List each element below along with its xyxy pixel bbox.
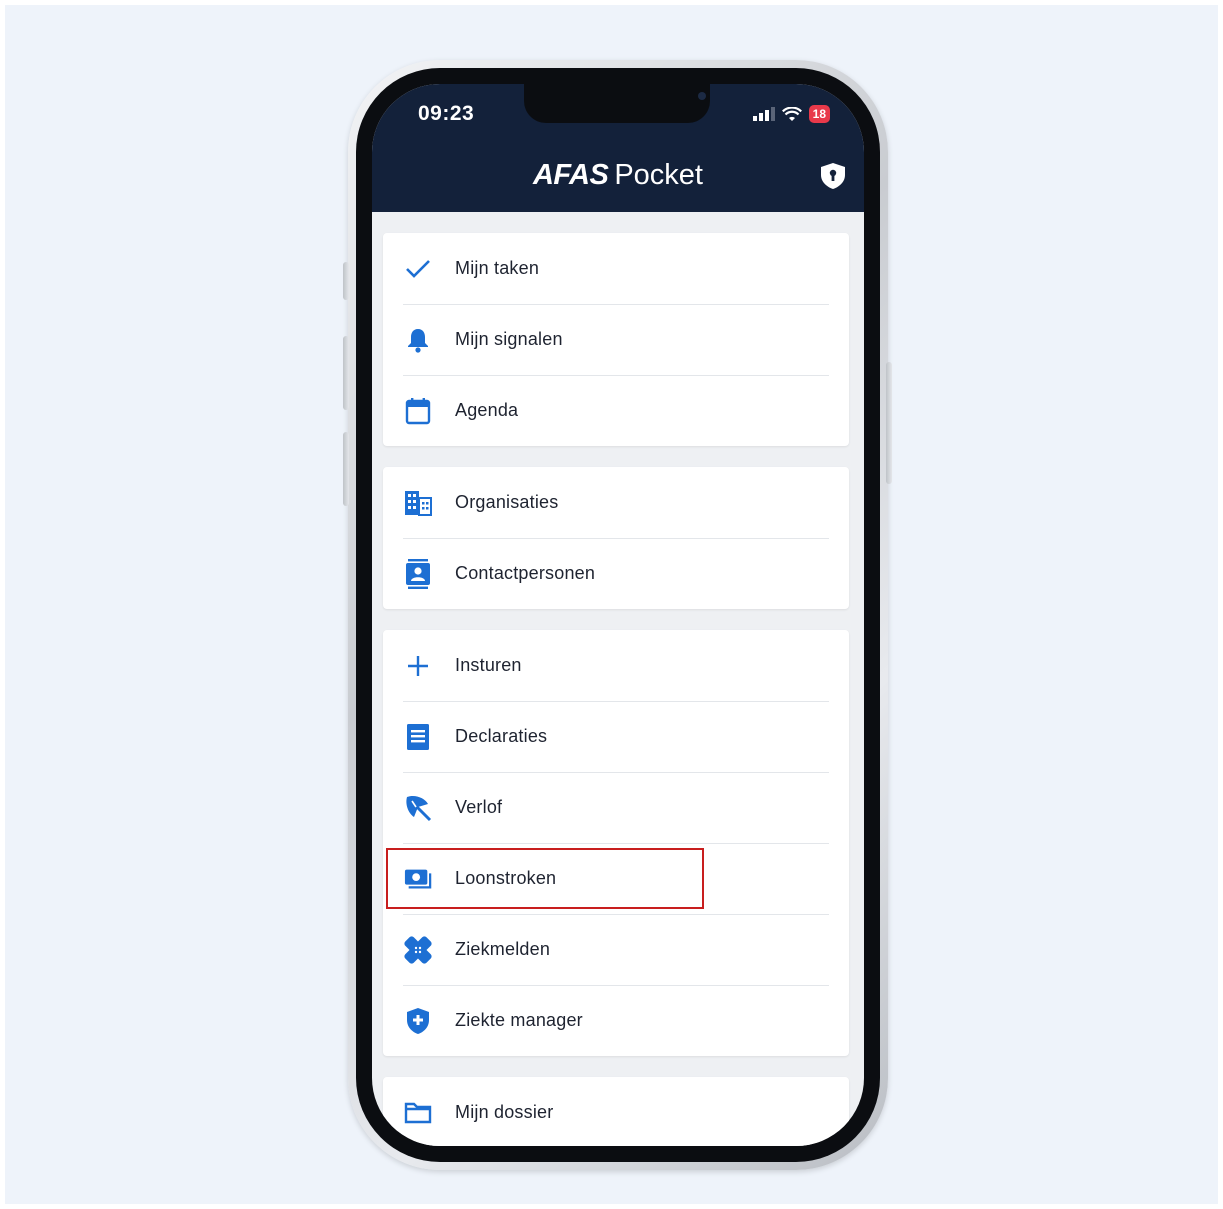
phone-silent-switch xyxy=(343,262,349,300)
calendar-icon xyxy=(404,397,432,425)
security-shield-icon[interactable] xyxy=(820,162,846,190)
menu-card-crm: Organisaties Contactpersonen xyxy=(383,467,849,609)
menu-item-mijn-dossier[interactable]: Mijn dossier xyxy=(383,1077,849,1146)
brand-bold: AFAS xyxy=(532,159,609,191)
menu-item-label: Organisaties xyxy=(455,492,559,512)
status-icons: 18 xyxy=(752,104,830,124)
menu-item-label: Mijn taken xyxy=(455,258,540,278)
contact-card-icon xyxy=(404,558,432,589)
app-screen: 09:23 18 AFAS Pocket Mijn taken Mijn sig… xyxy=(372,84,864,1146)
phone-notch xyxy=(524,84,710,123)
phone-power-button xyxy=(886,362,892,484)
menu-card-dossier: Mijn dossier xyxy=(383,1077,849,1146)
app-header: 09:23 18 AFAS Pocket xyxy=(372,84,864,212)
menu-item-insturen[interactable]: Insturen xyxy=(383,630,849,701)
menu-item-mijn-taken[interactable]: Mijn taken xyxy=(383,233,849,304)
menu-item-label: Mijn dossier xyxy=(455,1102,554,1122)
menu-item-label: Verlof xyxy=(455,797,503,817)
front-camera xyxy=(698,92,706,100)
menu-item-label: Ziekmelden xyxy=(455,939,551,959)
menu-item-agenda[interactable]: Agenda xyxy=(383,375,849,446)
menu-item-declaraties[interactable]: Declaraties xyxy=(383,701,849,772)
wifi-icon xyxy=(781,106,802,121)
shield-plus-icon xyxy=(404,1007,432,1035)
building-icon xyxy=(404,489,432,517)
menu-item-contactpersonen[interactable]: Contactpersonen xyxy=(383,538,849,609)
annotation-highlight-box xyxy=(386,848,704,909)
folder-icon xyxy=(404,1099,432,1127)
battery-indicator: 18 xyxy=(808,105,830,123)
menu-item-organisaties[interactable]: Organisaties xyxy=(383,467,849,538)
menu-item-label: Mijn signalen xyxy=(455,329,563,349)
menu-item-verlof[interactable]: Verlof xyxy=(383,772,849,843)
app-logo: AFAS Pocket xyxy=(372,158,864,192)
menu-card-hr: Insturen Declaraties Verlof Loonstroken xyxy=(383,630,849,1056)
menu-item-ziekmelden[interactable]: Ziekmelden xyxy=(383,914,849,985)
phone-volume-down-button xyxy=(343,432,349,506)
menu-item-label: Insturen xyxy=(455,655,522,675)
menu-item-label: Ziekte manager xyxy=(455,1010,583,1030)
menu-item-mijn-signalen[interactable]: Mijn signalen xyxy=(383,304,849,375)
bandage-icon xyxy=(404,935,432,964)
menu-card-personal: Mijn taken Mijn signalen Agenda xyxy=(383,233,849,446)
beach-umbrella-icon xyxy=(404,794,432,822)
receipt-icon xyxy=(404,723,432,751)
menu-item-ziekte-manager[interactable]: Ziekte manager xyxy=(383,985,849,1056)
signal-icon xyxy=(752,107,775,121)
phone-volume-up-button xyxy=(343,336,349,410)
checkmark-icon xyxy=(404,255,432,283)
status-time: 09:23 xyxy=(418,102,475,125)
menu-item-label: Declaraties xyxy=(455,726,548,746)
brand-light: Pocket xyxy=(614,159,703,191)
menu-item-label: Agenda xyxy=(455,400,519,420)
menu-item-label: Contactpersonen xyxy=(455,563,596,583)
bell-icon xyxy=(404,326,432,354)
plus-icon xyxy=(404,652,432,680)
